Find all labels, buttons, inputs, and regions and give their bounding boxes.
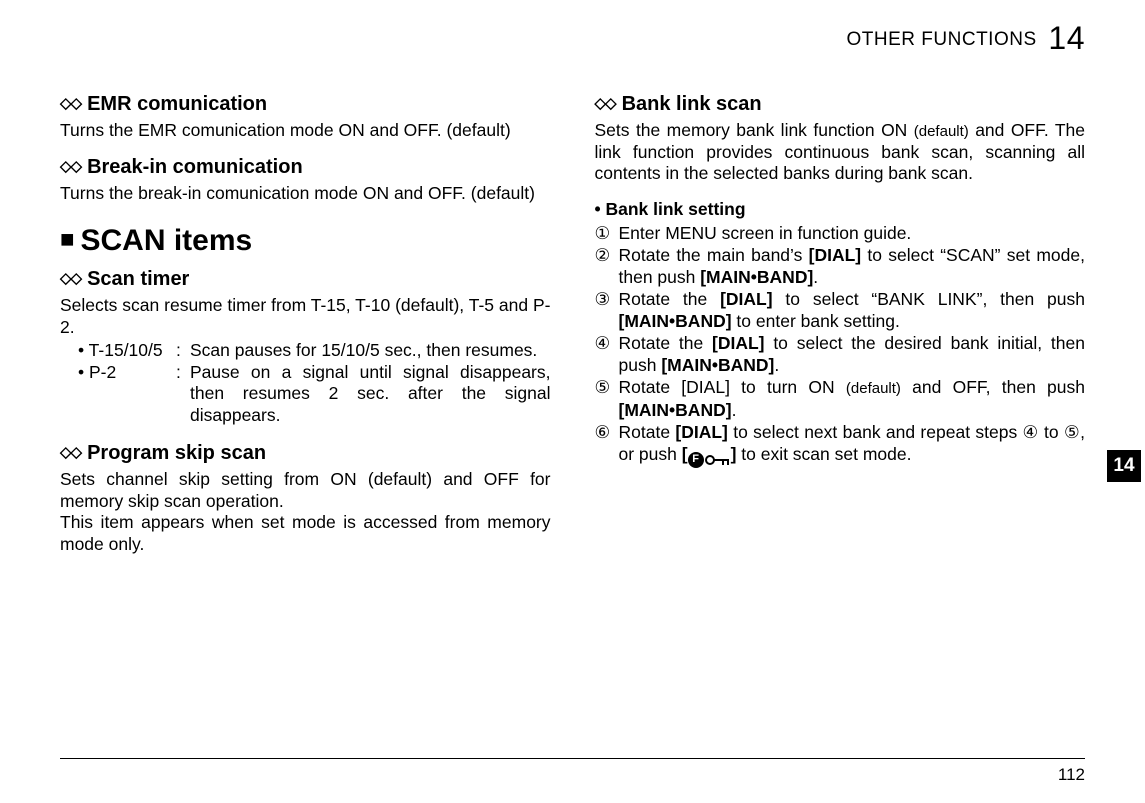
- t: [MAIN•BAND]: [619, 311, 732, 331]
- t: (default): [846, 380, 901, 397]
- t: and OFF, then push: [901, 377, 1085, 397]
- step-number-icon: ④: [595, 332, 619, 376]
- step-number-icon: ⑥: [595, 421, 619, 468]
- breakin-heading: ◇◇ Break-in comunication: [60, 156, 551, 179]
- step-text: Rotate the [DIAL] to select the desired …: [619, 332, 1086, 376]
- step-3: ③ Rotate the [DIAL] to select “BANK LINK…: [595, 288, 1086, 332]
- step-text: Rotate the main band’s [DIAL] to select …: [619, 244, 1086, 288]
- step-1: ① Enter MENU screen in function guide.: [595, 222, 1086, 244]
- emr-heading-text: EMR comunication: [87, 93, 267, 115]
- emr-heading: ◇◇ EMR comunication: [60, 93, 551, 116]
- left-column: ◇◇ EMR comunication Turns the EMR comunic…: [60, 93, 551, 569]
- t: [MAIN•BAND]: [700, 267, 813, 287]
- diamond-icon: ◇◇: [60, 158, 81, 175]
- banklink-body-pre: Sets the memory bank link function ON: [595, 120, 914, 140]
- step-number-icon: ①: [595, 222, 619, 244]
- progskip-heading-text: Program skip scan: [87, 442, 266, 464]
- t: Rotate the main band’s: [619, 245, 809, 265]
- manual-page: OTHER FUNCTIONS 14 ◇◇ EMR comunication Tu…: [0, 0, 1145, 803]
- t: to enter bank setting.: [732, 311, 900, 331]
- page-header: OTHER FUNCTIONS 14: [60, 20, 1085, 57]
- t: Rotate the: [619, 333, 713, 353]
- step-4: ④ Rotate the [DIAL] to select the desire…: [595, 332, 1086, 376]
- banklink-heading-text: Bank link scan: [622, 93, 762, 115]
- diamond-icon: ◇◇: [60, 270, 81, 287]
- t: [MAIN•BAND]: [661, 355, 774, 375]
- progskip-heading: ◇◇ Program skip scan: [60, 442, 551, 465]
- step-number-icon: ⑤: [595, 376, 619, 421]
- t: .: [774, 355, 779, 375]
- f-key-icon: F: [688, 452, 731, 468]
- banklink-sub-heading: • Bank link setting: [595, 199, 1086, 220]
- scantimer-item-label: • P-2: [60, 362, 176, 427]
- diamond-icon: ◇◇: [60, 444, 81, 461]
- scantimer-list: • T-15/10/5 : Scan pauses for 15/10/5 se…: [60, 340, 551, 426]
- scan-section-title: ■SCAN items: [60, 224, 551, 258]
- diamond-icon: ◇◇: [595, 95, 616, 112]
- t: Rotate: [619, 422, 676, 442]
- scantimer-item-label: • T-15/10/5: [60, 340, 176, 362]
- step-text: Enter MENU screen in function guide.: [619, 222, 1086, 244]
- colon: :: [176, 362, 190, 427]
- header-section: OTHER FUNCTIONS: [847, 29, 1037, 50]
- progskip-body2: This item appears when set mode is acces…: [60, 512, 551, 555]
- step-6: ⑥ Rotate [DIAL] to select next bank and …: [595, 421, 1086, 468]
- t: .: [732, 400, 737, 420]
- right-column: ◇◇ Bank link scan Sets the memory bank li…: [595, 93, 1086, 569]
- side-tab-chapter: 14: [1107, 450, 1141, 482]
- t: to exit scan set mode.: [736, 444, 911, 464]
- banklink-heading: ◇◇ Bank link scan: [595, 93, 1086, 116]
- footer-divider: [60, 758, 1085, 759]
- scantimer-item-desc: Scan pauses for 15/10/5 sec., then resum…: [190, 340, 551, 362]
- scantimer-item: • T-15/10/5 : Scan pauses for 15/10/5 se…: [60, 340, 551, 362]
- t: [DIAL]: [720, 289, 772, 309]
- breakin-body: Turns the break-in comunication mode ON …: [60, 183, 551, 205]
- scantimer-intro: Selects scan resume timer from T-15, T-1…: [60, 295, 551, 338]
- scantimer-heading: ◇◇ Scan timer: [60, 268, 551, 291]
- step-text: Rotate the [DIAL] to select “BANK LINK”,…: [619, 288, 1086, 332]
- t: .: [813, 267, 818, 287]
- emr-body: Turns the EMR comunication mode ON and O…: [60, 120, 551, 142]
- t: Rotate the: [619, 289, 721, 309]
- step-number-icon: ③: [595, 288, 619, 332]
- scantimer-item: • P-2 : Pause on a signal until signal d…: [60, 362, 551, 427]
- scantimer-heading-text: Scan timer: [87, 268, 189, 290]
- t: [DIAL]: [675, 422, 727, 442]
- scan-section-text: SCAN items: [81, 224, 253, 257]
- t: [DIAL]: [712, 333, 764, 353]
- t: [MAIN•BAND]: [619, 400, 732, 420]
- progskip-body1: Sets channel skip setting from ON (defau…: [60, 469, 551, 512]
- content-columns: ◇◇ EMR comunication Turns the EMR comunic…: [60, 93, 1085, 569]
- square-icon: ■: [60, 226, 75, 253]
- breakin-heading-text: Break-in comunication: [87, 156, 303, 178]
- step-5: ⑤ Rotate [DIAL] to turn ON (default) and…: [595, 376, 1086, 421]
- t: [DIAL]: [809, 245, 861, 265]
- f-circle-icon: F: [688, 452, 704, 468]
- scantimer-item-desc: Pause on a signal until signal disappear…: [190, 362, 551, 427]
- header-chapter-number: 14: [1048, 20, 1085, 56]
- colon: :: [176, 340, 190, 362]
- diamond-icon: ◇◇: [60, 95, 81, 112]
- t: to select “BANK LINK”, then push: [773, 289, 1085, 309]
- banklink-body-default: (default): [914, 123, 969, 140]
- key-icon: [705, 453, 731, 467]
- step-text: Rotate [DIAL] to turn ON (default) and O…: [619, 376, 1086, 421]
- step-text: Rotate [DIAL] to select next bank and re…: [619, 421, 1086, 468]
- t: Rotate [DIAL] to turn ON: [619, 377, 846, 397]
- page-number: 112: [1058, 765, 1085, 785]
- step-number-icon: ②: [595, 244, 619, 288]
- step-2: ② Rotate the main band’s [DIAL] to selec…: [595, 244, 1086, 288]
- banklink-body: Sets the memory bank link function ON (d…: [595, 120, 1086, 185]
